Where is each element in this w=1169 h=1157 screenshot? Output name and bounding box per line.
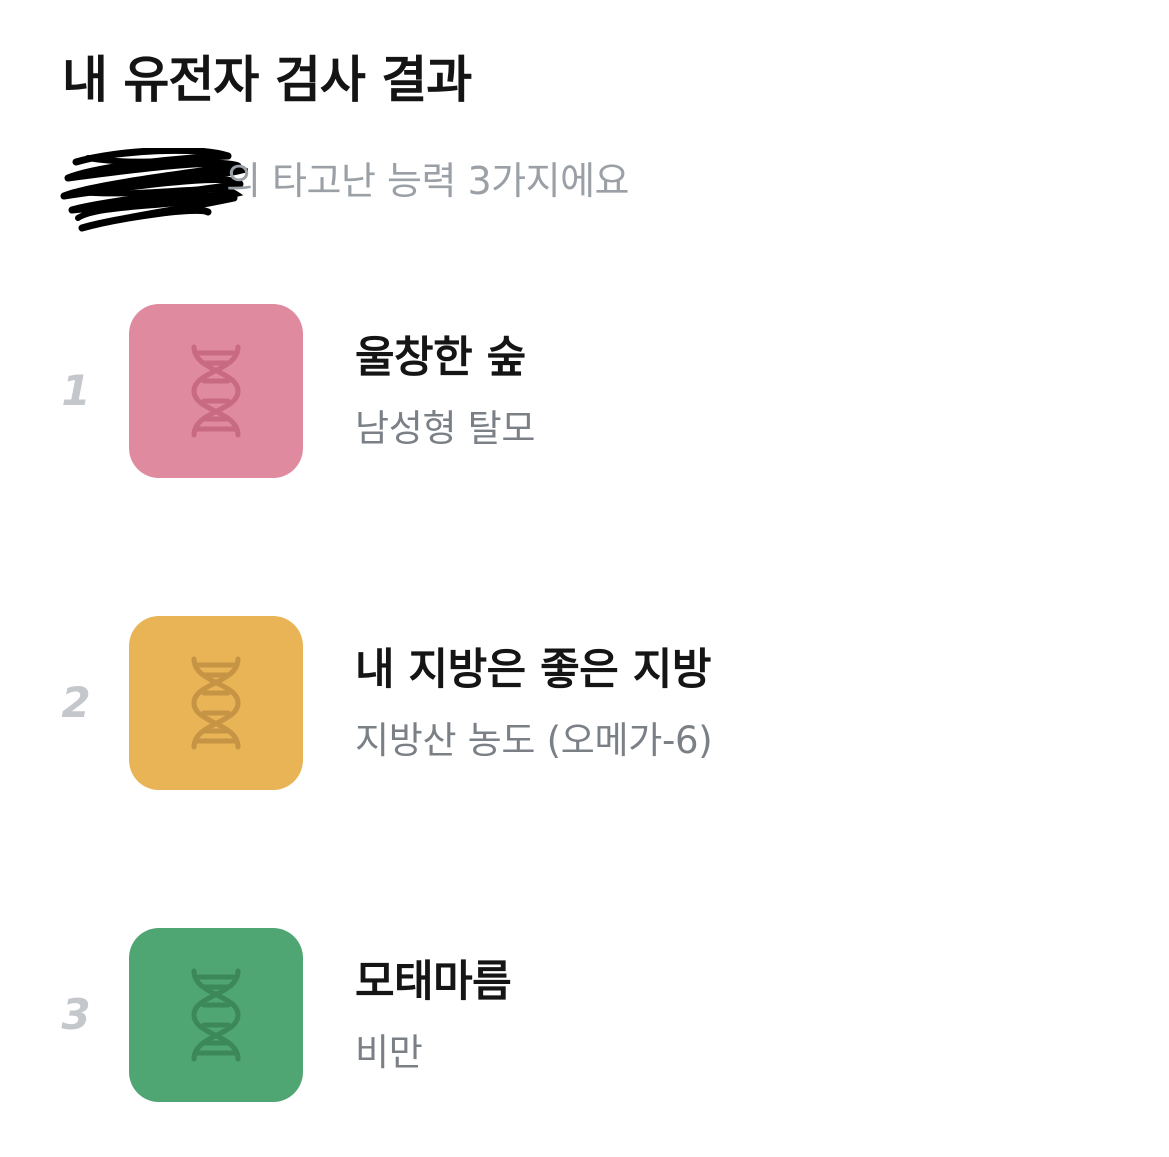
rank-number: 3 <box>61 990 91 1039</box>
dna-icon <box>191 344 241 438</box>
result-list: 1 울창한 숲 남성형 탈모 2 내 지방은 좋은 지방 지방산 농도 (오메가… <box>0 0 1169 1157</box>
dna-icon <box>191 656 241 750</box>
rank-number: 1 <box>61 366 91 415</box>
result-title: 모태마름 <box>355 957 512 1007</box>
result-icon-tile <box>129 304 303 478</box>
result-title: 내 지방은 좋은 지방 <box>355 645 711 695</box>
dna-icon <box>191 968 241 1062</box>
result-item-2[interactable]: 2 내 지방은 좋은 지방 지방산 농도 (오메가-6) <box>0 616 1169 792</box>
result-subtitle: 남성형 탈모 <box>355 407 536 450</box>
result-icon-tile <box>129 616 303 790</box>
result-subtitle: 비만 <box>355 1031 423 1074</box>
result-title: 울창한 숲 <box>355 333 526 383</box>
result-icon-tile <box>129 928 303 1102</box>
rank-number: 2 <box>61 678 91 727</box>
result-item-3[interactable]: 3 모태마름 비만 <box>0 928 1169 1104</box>
result-item-1[interactable]: 1 울창한 숲 남성형 탈모 <box>0 304 1169 480</box>
result-subtitle: 지방산 농도 (오메가-6) <box>355 719 713 762</box>
